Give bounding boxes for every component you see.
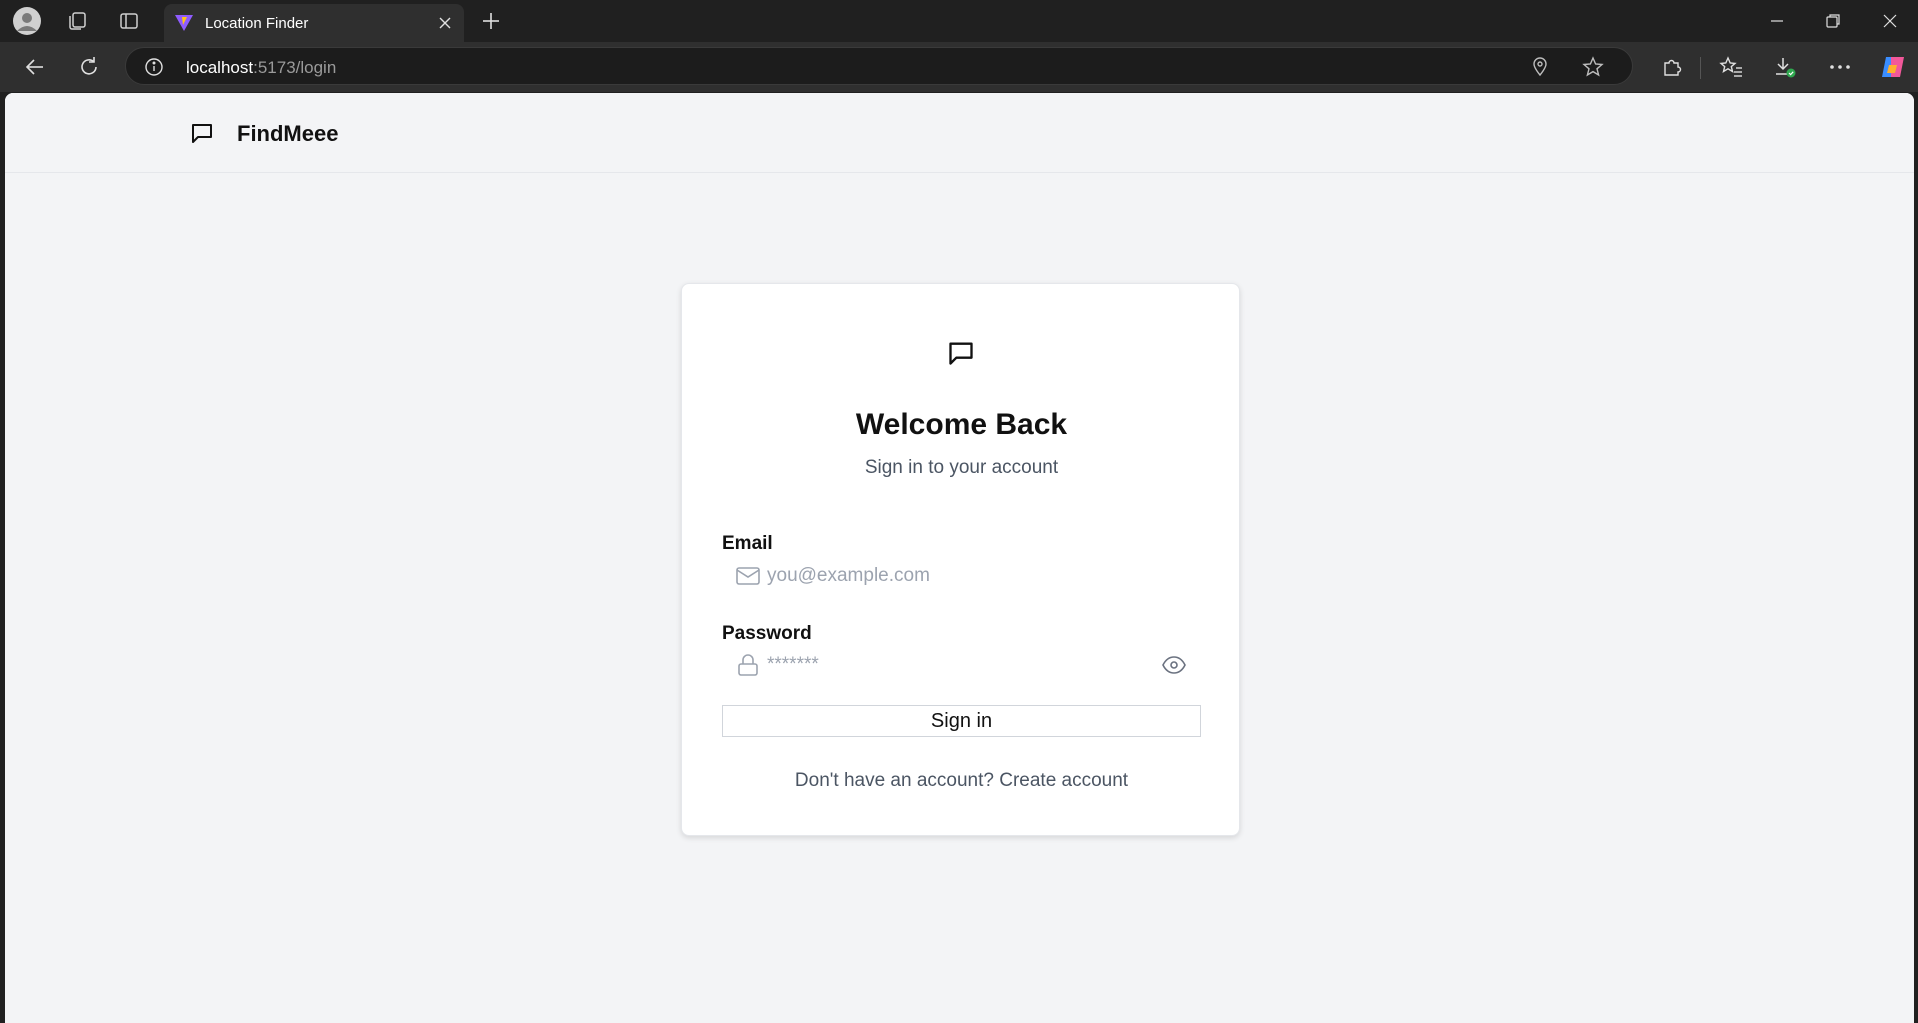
restore-icon	[1826, 14, 1840, 28]
lock-icon	[738, 654, 758, 676]
message-square-icon	[949, 342, 973, 365]
restore-button[interactable]	[1805, 0, 1861, 42]
refresh-icon	[81, 57, 97, 75]
favorites-list-icon	[1719, 56, 1742, 77]
arrow-left-icon	[25, 59, 43, 75]
eye-icon[interactable]	[1162, 656, 1186, 674]
puzzle-icon	[1664, 59, 1682, 76]
favorites-button[interactable]	[1712, 48, 1750, 86]
page-viewport: FindMeee Welcome Back Sign in to your ac…	[5, 93, 1914, 1023]
vite-favicon-icon	[175, 15, 193, 31]
settings-more-button[interactable]	[1821, 48, 1859, 86]
close-icon	[439, 17, 451, 29]
mail-icon	[736, 567, 760, 585]
register-prompt: Don't have an account? Create account	[682, 770, 1241, 792]
copilot-button[interactable]	[1874, 48, 1912, 86]
tab-close-button[interactable]	[434, 12, 456, 34]
favorite-star-icon[interactable]	[1582, 56, 1604, 78]
minimize-icon	[1771, 20, 1783, 22]
browser-title-bar: Location Finder	[0, 0, 1918, 42]
brand-name[interactable]: FindMeee	[237, 121, 338, 147]
password-field[interactable]	[767, 650, 1137, 680]
profile-icon	[13, 7, 41, 35]
close-icon	[1883, 14, 1897, 28]
page-subtitle: Sign in to your account	[864, 457, 1059, 478]
more-horizontal-icon	[1830, 65, 1850, 69]
download-icon	[1776, 58, 1796, 78]
browser-toolbar: localhost:5173/login	[0, 42, 1918, 92]
create-account-link[interactable]: Create account	[999, 770, 1128, 791]
minimize-button[interactable]	[1749, 0, 1805, 42]
toolbar-divider	[1700, 57, 1701, 79]
location-pin-icon[interactable]	[1531, 57, 1549, 77]
new-tab-button[interactable]	[472, 0, 510, 42]
login-card: Welcome Back Sign in to your account Ema…	[681, 283, 1240, 836]
plus-icon	[483, 13, 499, 29]
back-button[interactable]	[16, 48, 54, 86]
site-info-icon[interactable]	[144, 57, 164, 77]
workspaces-icon	[69, 12, 86, 30]
workspaces-button[interactable]	[58, 0, 96, 42]
active-tab[interactable]: Location Finder	[164, 4, 464, 42]
password-label: Password	[722, 623, 812, 644]
vertical-tabs-button[interactable]	[110, 0, 148, 42]
tab-actions-icon	[120, 13, 138, 29]
register-prompt-text: Don't have an account?	[794, 770, 994, 791]
extensions-button[interactable]	[1653, 48, 1691, 86]
close-window-button[interactable]	[1862, 0, 1918, 42]
copilot-icon	[1882, 57, 1904, 77]
refresh-button[interactable]	[70, 48, 108, 86]
page-title: Welcome Back	[855, 408, 1068, 441]
address-bar[interactable]: localhost:5173/login	[125, 47, 1633, 85]
tab-title: Location Finder	[205, 15, 309, 32]
profile-avatar[interactable]	[8, 0, 46, 42]
app-header: FindMeee	[5, 93, 1914, 173]
url-text[interactable]: localhost:5173/login	[186, 58, 336, 78]
downloads-button[interactable]	[1766, 48, 1804, 86]
email-field[interactable]	[767, 561, 1147, 591]
email-label: Email	[722, 533, 773, 554]
sign-in-button[interactable]: Sign in	[722, 705, 1201, 737]
message-square-icon	[192, 124, 212, 143]
